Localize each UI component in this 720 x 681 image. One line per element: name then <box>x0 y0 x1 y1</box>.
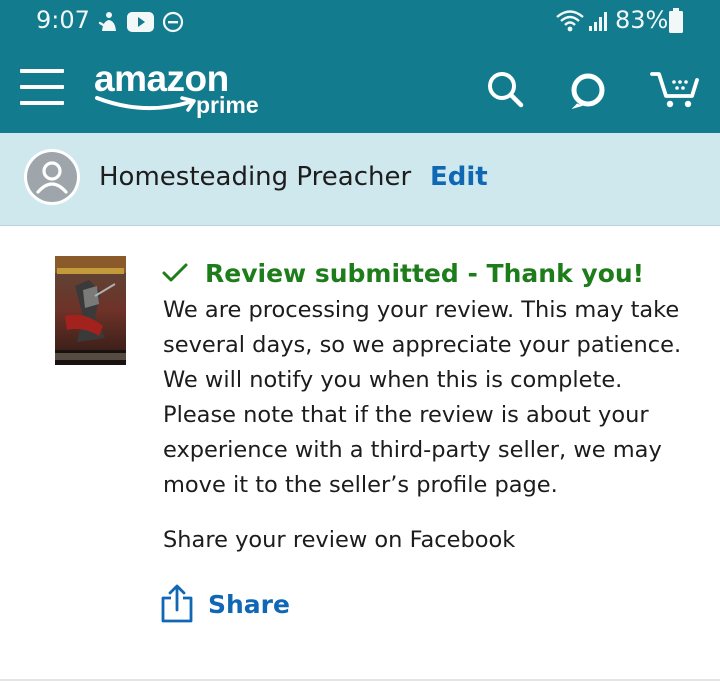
youtube-icon <box>127 12 154 32</box>
user-name: Homesteading Preacher <box>99 162 412 192</box>
avatar[interactable] <box>23 148 81 206</box>
share-icon <box>161 584 193 623</box>
signal-icon <box>589 12 607 31</box>
logo-prime: prime <box>196 92 259 118</box>
alexa-icon[interactable] <box>569 71 607 109</box>
status-time: 9:07 <box>36 6 90 34</box>
book-cover-image <box>55 256 126 365</box>
share-button[interactable]: Share <box>160 584 300 630</box>
share-prompt: Share your review on Facebook <box>163 527 516 553</box>
amazon-prime-logo[interactable]: amazon prime <box>94 58 274 124</box>
message-line: move it to the seller’s profile page. <box>163 472 558 498</box>
status-bar: 9:07 83% <box>0 0 720 44</box>
menu-button[interactable] <box>20 67 64 107</box>
review-submitted-title: Review submitted - Thank you! <box>205 259 645 288</box>
search-icon[interactable] <box>486 70 524 108</box>
share-label: Share <box>208 590 290 619</box>
do-not-disturb-icon <box>162 11 184 33</box>
smile-arrow-icon <box>95 96 196 112</box>
edit-profile-link[interactable]: Edit <box>430 162 488 192</box>
message-line: We will notify you when this is complete… <box>163 367 623 393</box>
app-header: 9:07 83% amazon prime <box>0 0 720 133</box>
message-line: We are processing your review. This may … <box>163 297 680 323</box>
message-line: several days, so we appreciate your pati… <box>163 332 682 358</box>
checkmark-icon <box>162 263 188 282</box>
message-line: Please note that if the review is about … <box>163 402 649 428</box>
battery-icon <box>669 8 683 33</box>
cart-icon[interactable] <box>650 68 700 110</box>
message-line: experience with a third-party seller, we… <box>163 437 662 463</box>
battery-percent: 83% <box>615 6 669 34</box>
wifi-icon <box>556 10 584 32</box>
menu-icon <box>20 69 64 73</box>
hand-wave-icon <box>98 12 116 31</box>
